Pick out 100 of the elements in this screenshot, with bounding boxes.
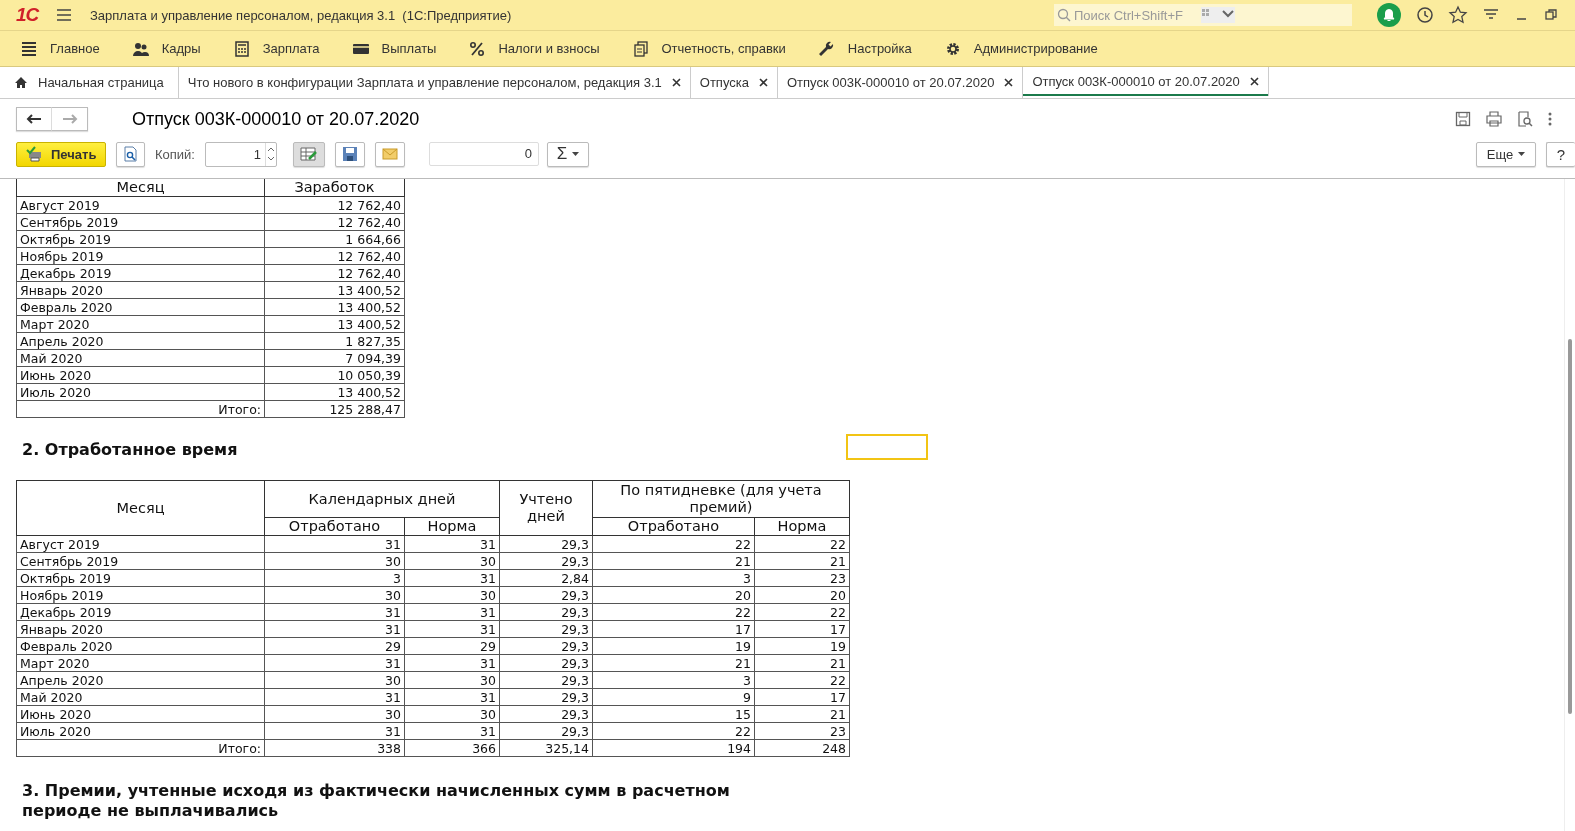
search-options-icon[interactable] xyxy=(1201,7,1235,23)
section-link[interactable]: Главное xyxy=(50,41,100,56)
table-cell: 31 xyxy=(404,603,500,621)
help-button[interactable]: ? xyxy=(1546,141,1575,167)
table-cell: 31 xyxy=(264,722,405,740)
copies-label: Копий: xyxy=(155,146,195,162)
scrollbar-thumb[interactable] xyxy=(1568,339,1572,714)
close-icon[interactable] xyxy=(671,78,681,87)
table-cell: 21 xyxy=(754,705,850,723)
close-icon[interactable] xyxy=(758,78,768,87)
table-cell: 29,3 xyxy=(499,654,593,672)
table-cell: Февраль 2020 xyxy=(16,637,265,655)
save-icon[interactable] xyxy=(1455,111,1471,127)
section-link[interactable]: Налоги и взносы xyxy=(498,41,600,56)
table-cell: 31 xyxy=(404,654,500,672)
table-cell: 20 xyxy=(592,586,755,604)
history-icon[interactable] xyxy=(1415,5,1435,25)
table-cell: 22 xyxy=(592,603,755,621)
table-cell: Сентябрь 2019 xyxy=(16,213,265,231)
section-link[interactable]: Отчетность, справки xyxy=(661,41,786,56)
back-arrow-icon xyxy=(26,114,42,124)
table-cell: 30 xyxy=(404,552,500,570)
table-cell: 1 827,35 xyxy=(264,332,405,350)
table-cell: 2,84 xyxy=(499,569,593,587)
column-header: Месяц xyxy=(16,480,265,536)
table-cell: Июнь 2020 xyxy=(16,705,265,723)
restore-icon[interactable] xyxy=(1543,7,1559,23)
table-cell: 22 xyxy=(754,603,850,621)
search-input[interactable]: Поиск Ctrl+Shift+F xyxy=(1074,7,1198,23)
table-cell: Ноябрь 2019 xyxy=(16,247,265,265)
tab[interactable]: Отпуска xyxy=(690,67,778,98)
table-cell: Март 2020 xyxy=(16,654,265,672)
print-button[interactable]: Печать xyxy=(16,141,106,167)
floppy-icon xyxy=(342,146,358,162)
print-icon[interactable] xyxy=(1485,111,1503,127)
sum-field: 0 xyxy=(429,142,539,166)
sum-button[interactable]: Σ xyxy=(547,141,589,167)
tab[interactable]: Начальная страница xyxy=(0,67,179,98)
table-cell: 21 xyxy=(754,552,850,570)
table-cell: 194 xyxy=(592,739,755,757)
table-cell: 31 xyxy=(404,688,500,706)
table-cell: Июль 2020 xyxy=(16,722,265,740)
tab[interactable]: Отпуск 003К-000010 от 20.07.2020 xyxy=(1023,67,1269,96)
table-cell: 31 xyxy=(404,535,500,553)
table-cell: 23 xyxy=(754,722,850,740)
table-cell: 19 xyxy=(754,637,850,655)
people-icon xyxy=(131,40,150,57)
table-cell: 22 xyxy=(592,535,755,553)
table-cell: 3 xyxy=(264,569,405,587)
table-cell: 30 xyxy=(404,705,500,723)
table-cell: Апрель 2020 xyxy=(16,671,265,689)
table-cell: 13 400,52 xyxy=(264,281,405,299)
column-header: Месяц xyxy=(16,179,265,197)
section-heading: 2. Отработанное время xyxy=(22,439,239,459)
copies-field[interactable]: 1 xyxy=(205,141,277,167)
bell-icon[interactable] xyxy=(1376,2,1402,28)
back-button[interactable] xyxy=(16,107,52,131)
tab[interactable]: Что нового в конфигурации Зарплата и управление персоналом, редакция 3.1 xyxy=(178,67,691,98)
table-cell: 29,3 xyxy=(499,552,593,570)
menu-icon[interactable] xyxy=(56,8,72,22)
table-cell: 31 xyxy=(404,569,500,587)
table-cell: 12 762,40 xyxy=(264,196,405,214)
section-link[interactable]: Выплаты xyxy=(381,41,437,56)
printer-icon xyxy=(25,146,43,162)
close-icon[interactable] xyxy=(1004,78,1014,87)
section-link[interactable]: Кадры xyxy=(161,41,201,56)
table-cell: 125 288,47 xyxy=(264,400,405,418)
table-cell: 23 xyxy=(754,569,850,587)
preview-icon[interactable] xyxy=(1517,111,1533,127)
edit-table-button[interactable] xyxy=(293,141,325,167)
star-icon[interactable] xyxy=(1448,5,1468,25)
preview-button[interactable] xyxy=(116,141,145,167)
tab[interactable]: Отпуск 003К-000010 от 20.07.2020 xyxy=(777,67,1024,98)
table-cell: 29,3 xyxy=(499,637,593,655)
table-cell: 3 xyxy=(592,671,755,689)
search-field[interactable]: Поиск Ctrl+Shift+F xyxy=(1054,4,1352,26)
home-icon xyxy=(14,76,28,89)
table-cell: Октябрь 2019 xyxy=(16,230,265,248)
calculator-icon xyxy=(232,40,251,57)
table-cell: 29,3 xyxy=(499,722,593,740)
section-link[interactable]: Администрирование xyxy=(973,41,1098,56)
table-cell: 31 xyxy=(264,688,405,706)
document-title: Отпуск 003К-000010 от 20.07.2020 xyxy=(132,108,420,130)
save-button[interactable] xyxy=(335,141,365,167)
table-cell: Октябрь 2019 xyxy=(16,569,265,587)
table-cell: 7 094,39 xyxy=(264,349,405,367)
more-icon[interactable] xyxy=(1547,111,1553,127)
column-header: По пятидневке (для учета премий) xyxy=(592,480,850,518)
section-heading: 3. Премии, учтенные исходя из фактически начисленных сумм в расчетном периоде не выплачивались xyxy=(22,781,731,821)
more-button[interactable]: Еще xyxy=(1476,141,1536,167)
table-cell: 31 xyxy=(404,722,500,740)
table-cell: Ноябрь 2019 xyxy=(16,586,265,604)
table-cell: 3 xyxy=(592,569,755,587)
section-link[interactable]: Зарплата xyxy=(262,41,320,56)
table-cell: 30 xyxy=(264,586,405,604)
table-cell: 17 xyxy=(754,688,850,706)
table-cell: 31 xyxy=(404,620,500,638)
table-cell: 21 xyxy=(592,654,755,672)
section-link[interactable]: Настройка xyxy=(847,41,912,56)
close-icon[interactable] xyxy=(1249,77,1259,86)
